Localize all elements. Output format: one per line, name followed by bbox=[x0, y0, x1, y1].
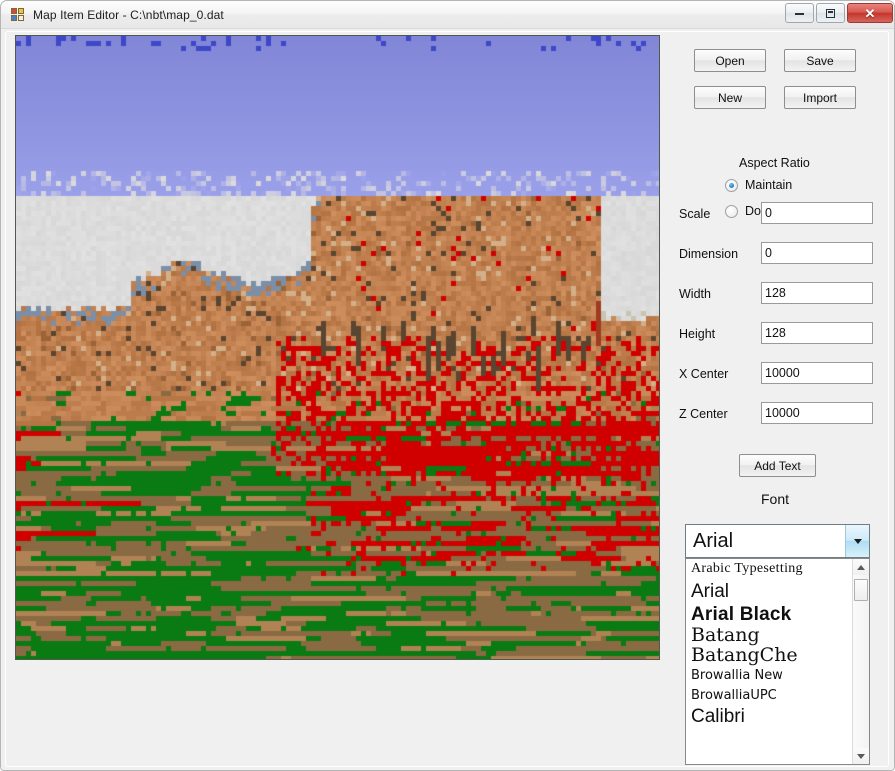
minimize-icon bbox=[795, 12, 804, 15]
application-window: Map Item Editor - C:\nbt\map_0.dat ✕ Ope… bbox=[0, 0, 895, 771]
scroll-down-arrow-icon[interactable] bbox=[853, 748, 869, 764]
caption-buttons: ✕ bbox=[785, 3, 893, 23]
map-preview-panel[interactable] bbox=[15, 35, 660, 660]
width-input[interactable] bbox=[761, 282, 873, 304]
list-item[interactable]: Batang bbox=[686, 626, 852, 646]
list-item[interactable]: Arial bbox=[686, 580, 852, 603]
dimension-input[interactable] bbox=[761, 242, 873, 264]
scale-input[interactable] bbox=[761, 202, 873, 224]
list-item[interactable]: BatangChe bbox=[686, 646, 852, 667]
scale-label: Scale bbox=[679, 207, 711, 221]
dimension-label: Dimension bbox=[679, 247, 739, 261]
chevron-down-icon[interactable] bbox=[845, 525, 869, 557]
width-label: Width bbox=[679, 287, 711, 301]
height-label: Height bbox=[679, 327, 716, 341]
font-dropdown-list[interactable]: Arabic Typesetting Arial Arial Black Bat… bbox=[685, 558, 870, 765]
z-center-label: Z Center bbox=[679, 407, 728, 421]
font-section-label: Font bbox=[761, 491, 790, 507]
add-text-button[interactable]: Add Text bbox=[739, 454, 816, 477]
title-bar[interactable]: Map Item Editor - C:\nbt\map_0.dat ✕ bbox=[1, 1, 894, 29]
controls-panel: Open Save New Import Aspect Ratio Mainta… bbox=[663, 35, 888, 765]
scroll-up-arrow-icon[interactable] bbox=[853, 559, 869, 575]
font-combobox[interactable]: Arial bbox=[685, 524, 870, 558]
client-area: Open Save New Import Aspect Ratio Mainta… bbox=[1, 29, 894, 770]
scrollbar-thumb[interactable] bbox=[854, 579, 868, 601]
close-button[interactable]: ✕ bbox=[847, 3, 893, 23]
open-button[interactable]: Open bbox=[694, 49, 766, 72]
form-designer-icon bbox=[10, 7, 26, 23]
map-panel-filler bbox=[15, 661, 660, 765]
list-item[interactable]: Calibri bbox=[686, 706, 852, 729]
list-item[interactable]: Arabic Typesetting bbox=[686, 559, 852, 580]
close-icon: ✕ bbox=[864, 5, 876, 21]
x-center-input[interactable] bbox=[761, 362, 873, 384]
map-image[interactable] bbox=[16, 36, 659, 659]
font-combobox-value: Arial bbox=[693, 529, 734, 552]
x-center-label: X Center bbox=[679, 367, 729, 381]
minimize-button[interactable] bbox=[785, 3, 814, 23]
maximize-button[interactable] bbox=[816, 3, 845, 23]
radio-maintain[interactable]: Maintain bbox=[725, 178, 792, 192]
aspect-ratio-label: Aspect Ratio bbox=[739, 156, 810, 170]
font-dropdown-items: Arabic Typesetting Arial Arial Black Bat… bbox=[686, 559, 852, 764]
list-item[interactable]: BrowalliaUPC bbox=[686, 686, 852, 706]
window-title: Map Item Editor - C:\nbt\map_0.dat bbox=[33, 7, 224, 22]
save-button[interactable]: Save bbox=[784, 49, 856, 72]
radio-selected-icon bbox=[725, 178, 738, 192]
radio-unselected-icon bbox=[725, 204, 738, 218]
height-input[interactable] bbox=[761, 322, 873, 344]
font-list-scrollbar[interactable] bbox=[852, 559, 869, 764]
client-inner: Open Save New Import Aspect Ratio Mainta… bbox=[5, 31, 889, 767]
radio-maintain-label: Maintain bbox=[745, 178, 793, 192]
new-button[interactable]: New bbox=[694, 86, 766, 109]
z-center-input[interactable] bbox=[761, 402, 873, 424]
import-button[interactable]: Import bbox=[784, 86, 856, 109]
list-item[interactable]: Arial Black bbox=[686, 603, 852, 626]
maximize-icon bbox=[826, 8, 835, 18]
list-item[interactable]: Browallia New bbox=[686, 666, 852, 686]
